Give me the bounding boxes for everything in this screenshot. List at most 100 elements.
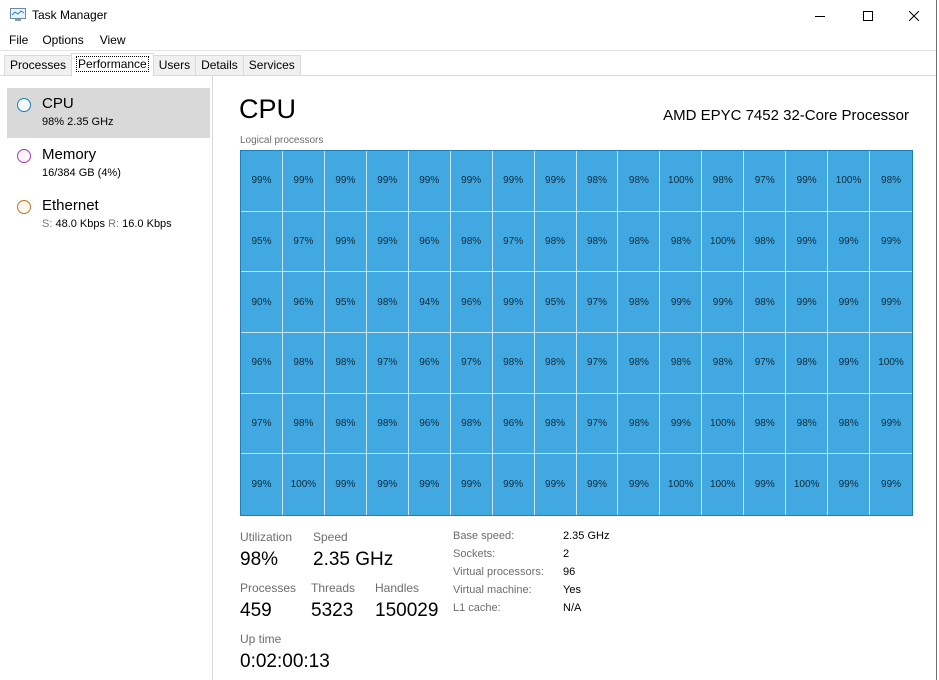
logical-processor-cell: 99% [366, 151, 409, 212]
tab-users[interactable]: Users [152, 55, 197, 75]
logical-processor-cell: 99% [828, 211, 871, 273]
logical-processor-cell: 97% [282, 211, 325, 273]
uptime-value: 0:02:00:13 [240, 651, 330, 672]
logical-processor-cell: 98% [450, 211, 493, 273]
tab-performance[interactable]: Performance [71, 53, 154, 76]
logical-processor-cell: 96% [408, 211, 451, 273]
logical-processor-cell: 98% [660, 211, 703, 273]
logical-processor-cell: 97% [366, 333, 409, 394]
logical-processor-cell: 98% [702, 151, 745, 212]
menu-file[interactable]: File [0, 31, 34, 50]
logical-processor-cell: 98% [828, 393, 871, 455]
logical-processor-cell: 98% [576, 151, 619, 212]
logical-processor-cell: 95% [241, 211, 283, 273]
speed-value: 2.35 GHz [313, 549, 394, 570]
minimize-icon [815, 15, 825, 17]
utilization-label: Utilization [240, 530, 293, 544]
uptime-label: Up time [240, 632, 282, 646]
logical-processor-cell: 97% [450, 333, 493, 394]
sidebar-item-label: Ethernet [42, 197, 99, 214]
virtual-processors-label: Virtual processors: [453, 566, 544, 578]
window-title: Task Manager [32, 8, 108, 22]
logical-processor-cell: 98% [618, 333, 661, 394]
logical-processor-cell: 100% [870, 333, 912, 394]
maximize-icon [863, 10, 873, 21]
logical-processor-cell: 94% [408, 272, 451, 333]
sidebar-item-detail: 16/384 GB (4%) [42, 167, 121, 179]
logical-processor-cell: 98% [534, 333, 577, 394]
cpu-graph-icon [17, 98, 31, 112]
tab-label: Details [201, 58, 238, 72]
logical-processors-grid: 99% 99% 99% 99% 99% 99% 99% 99% 98% 98% 100% 98% 97%… [240, 150, 913, 516]
logical-processor-cell: 99% [451, 454, 493, 515]
logical-processor-cell: 98% [366, 393, 409, 455]
tab-label: Users [158, 58, 191, 72]
logical-processor-cell: 99% [408, 151, 451, 212]
logical-processor-cell: 98% [324, 393, 367, 455]
logical-processor-cell: 97% [576, 272, 619, 333]
logical-processor-cell: 98% [786, 333, 829, 394]
logical-processor-cell: 99% [702, 272, 745, 333]
logical-processor-cell: 99% [324, 151, 367, 212]
send-value: 48.0 Kbps [55, 218, 106, 230]
menu-view[interactable]: View [92, 31, 134, 50]
logical-processor-cell: 99% [660, 272, 703, 333]
menu-options[interactable]: Options [34, 31, 91, 50]
menu-bar: File Options View [0, 31, 936, 50]
logical-processor-cell: 98% [282, 393, 325, 455]
logical-processor-cell: 99% [786, 272, 829, 333]
logical-processor-cell: 99% [870, 212, 912, 273]
logical-processor-cell: 96% [408, 333, 451, 394]
maximize-button[interactable] [845, 0, 891, 31]
tab-details[interactable]: Details [195, 55, 244, 75]
close-button[interactable] [891, 0, 937, 31]
title-bar: Task Manager [0, 0, 936, 31]
logical-processor-cell: 98% [282, 333, 325, 394]
logical-processor-cell: 98% [534, 393, 577, 455]
logical-processor-cell: 99% [786, 151, 829, 212]
tab-bar: Processes Performance Users Details Serv… [0, 50, 936, 76]
minimize-button[interactable] [797, 0, 843, 31]
logical-processor-cell: 100% [660, 454, 703, 515]
logical-processor-cell: 98% [534, 211, 577, 273]
task-manager-window: Task Manager File Options View Processes… [0, 0, 937, 680]
logical-processor-cell: 99% [881, 479, 902, 491]
logical-processor-cell: 97% [576, 333, 619, 394]
speed-label: Speed [313, 530, 348, 544]
processor-name: AMD EPYC 7452 32-Core Processor [663, 107, 909, 124]
handles-label: Handles [375, 581, 420, 595]
memory-graph-icon [17, 149, 31, 163]
logical-processor-cell: 96% [492, 393, 535, 455]
sidebar-item-cpu[interactable]: CPU 98% 2.35 GHz [7, 88, 210, 138]
logical-processor-cell: 99% [492, 151, 535, 212]
sidebar-item-ethernet[interactable]: Ethernet S: 48.0 Kbps R: 16.0 Kbps [7, 190, 210, 240]
virtual-machine-value: Yes [563, 584, 581, 596]
tab-services[interactable]: Services [242, 55, 301, 75]
threads-value: 5323 [311, 600, 354, 621]
logical-processor-cell: 99% [828, 333, 871, 394]
logical-processor-cell: 98% [744, 272, 787, 333]
virtual-machine-label: Virtual machine: [453, 584, 532, 596]
logical-processor-cell: 90% [241, 272, 283, 333]
cpu-panel: CPU AMD EPYC 7452 32-Core Processor Logi… [214, 76, 936, 680]
logical-processor-cell: 100% [660, 151, 703, 212]
logical-processor-cell: 98% [450, 393, 493, 455]
sockets-label: Sockets: [453, 548, 496, 560]
logical-processor-cell: 97% [744, 151, 787, 212]
task-manager-icon [10, 8, 26, 21]
logical-processor-cell: 95% [324, 272, 367, 333]
logical-processor-cell: 100% [702, 211, 745, 273]
tab-processes[interactable]: Processes [4, 55, 73, 75]
ethernet-graph-icon [17, 200, 31, 214]
logical-processor-cell: 99% [870, 272, 912, 333]
send-label: S: [42, 218, 53, 230]
threads-label: Threads [311, 581, 356, 595]
logical-processor-cell: 98% [324, 333, 367, 394]
logical-processor-cell: 99% [828, 272, 871, 333]
sidebar-item-label: Memory [42, 146, 97, 163]
logical-processor-cell: 95% [534, 272, 577, 333]
sidebar-item-detail: S: 48.0 Kbps R: 16.0 Kbps [42, 218, 172, 230]
logical-processor-cell: 99% [282, 151, 325, 212]
logical-processor-cell: 97% [744, 333, 787, 394]
sidebar-item-memory[interactable]: Memory 16/384 GB (4%) [7, 139, 210, 189]
